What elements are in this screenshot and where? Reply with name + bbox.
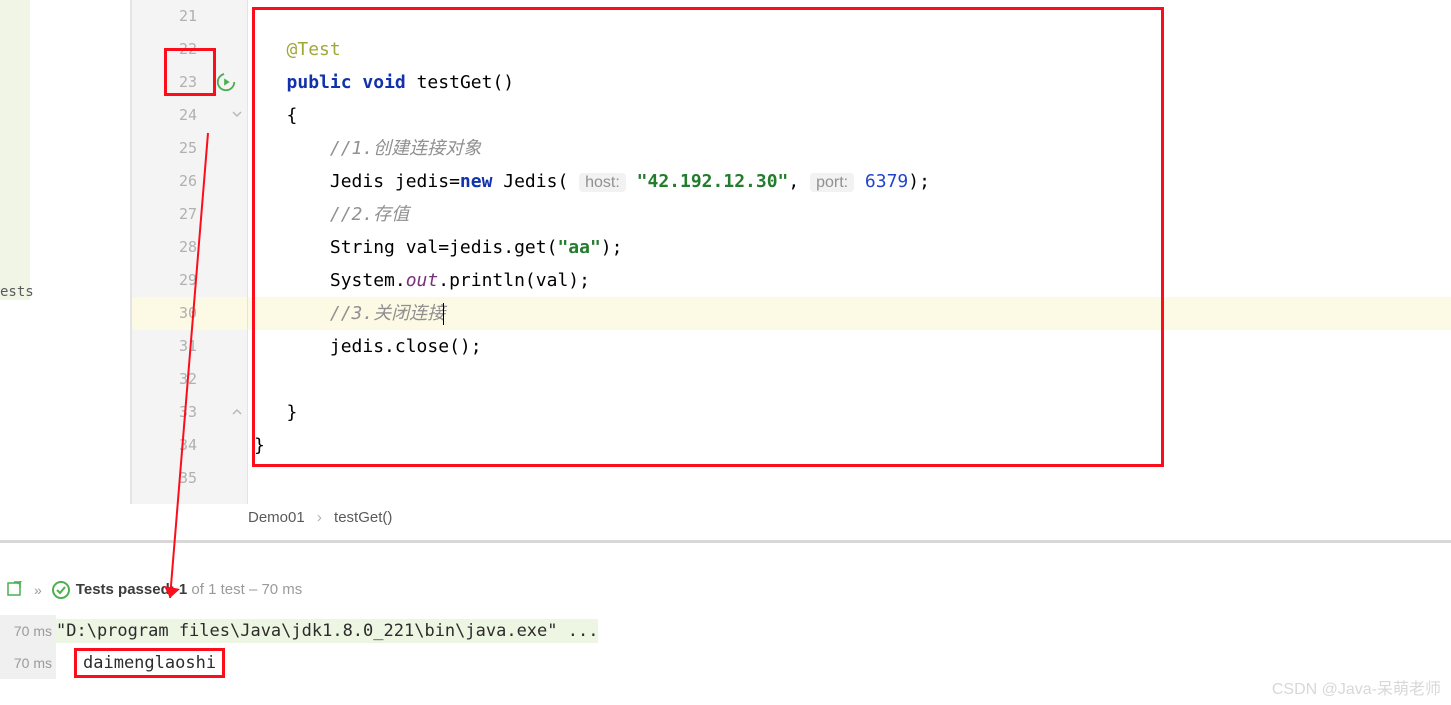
line-number[interactable]: 25: [132, 132, 247, 165]
panel-divider[interactable]: [0, 540, 1451, 543]
console-output[interactable]: 70 ms "D:\program files\Java\jdk1.8.0_22…: [0, 615, 1451, 679]
breadcrumb-method[interactable]: testGet(): [334, 509, 392, 526]
watermark: CSDN @Java-呆萌老师: [1272, 675, 1441, 699]
run-header: » Tests passed: 1 of 1 test – 70 ms: [0, 575, 1451, 605]
test-tree-stripe: ests: [0, 0, 30, 300]
expand-icon[interactable]: »: [34, 575, 42, 605]
breadcrumb-class[interactable]: Demo01: [248, 509, 305, 526]
timing-badge: 70 ms: [0, 615, 56, 647]
line-number[interactable]: 34: [132, 429, 247, 462]
line-number[interactable]: 21: [132, 0, 247, 33]
check-circle-icon: [52, 581, 70, 599]
line-number[interactable]: 33: [132, 396, 247, 429]
run-test-icon[interactable]: [215, 71, 237, 93]
run-tool-window: » Tests passed: 1 of 1 test – 70 ms 70 m…: [0, 575, 1451, 605]
highlight-run-box: [164, 48, 216, 96]
annotation: @Test: [287, 39, 341, 60]
line-number[interactable]: 30: [132, 297, 247, 330]
comment: //2.存值: [330, 204, 409, 225]
line-number[interactable]: 27: [132, 198, 247, 231]
line-number[interactable]: 24: [132, 99, 247, 132]
text-cursor: [443, 303, 444, 325]
line-number[interactable]: 28: [132, 231, 247, 264]
code-editor[interactable]: @Test public void testGet() { //1.创建连接对象…: [248, 0, 1451, 504]
line-number[interactable]: 35: [132, 462, 247, 495]
line-number[interactable]: 32: [132, 363, 247, 396]
param-hint-port: port:: [810, 173, 854, 192]
console-output-highlight: daimenglaoshi: [74, 648, 225, 678]
tests-passed-label: Tests passed: 1 of 1 test – 70 ms: [76, 575, 303, 605]
fold-icon[interactable]: [231, 109, 243, 121]
timing-badge: 70 ms: [0, 647, 56, 679]
comment: //3.关闭连接: [330, 303, 445, 324]
tests-label: ests: [0, 284, 34, 300]
line-number[interactable]: 26: [132, 165, 247, 198]
comment: //1.创建连接对象: [330, 138, 481, 159]
fold-icon[interactable]: [231, 406, 243, 418]
param-hint-host: host:: [579, 173, 626, 192]
breadcrumb[interactable]: Demo01 › testGet(): [248, 504, 392, 532]
rerun-icon[interactable]: [6, 581, 24, 599]
line-number[interactable]: 31: [132, 330, 247, 363]
line-number[interactable]: 29: [132, 264, 247, 297]
console-command: "D:\program files\Java\jdk1.8.0_221\bin\…: [56, 619, 598, 643]
breadcrumb-separator: ›: [317, 509, 322, 526]
